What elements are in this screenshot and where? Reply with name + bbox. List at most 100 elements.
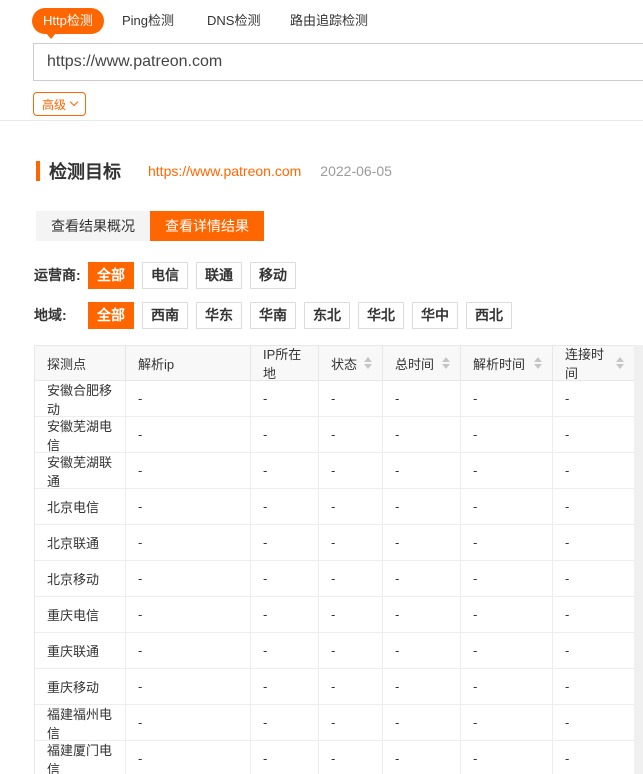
value-cell-4: - bbox=[383, 561, 461, 596]
filter-button-2-5[interactable]: 东北 bbox=[304, 302, 350, 329]
value-cell-5: - bbox=[461, 705, 553, 740]
probe-name-cell: 福建厦门电信 bbox=[35, 741, 126, 774]
column-label-3: IP所在地 bbox=[263, 344, 308, 382]
value-cell-5: - bbox=[461, 669, 553, 704]
value-cell-3: - bbox=[319, 525, 383, 560]
value-cell-2: - bbox=[251, 633, 319, 668]
sort-up-icon bbox=[364, 357, 372, 362]
column-label-4: 状态 bbox=[331, 354, 357, 373]
column-header-1: 探测点 bbox=[35, 346, 126, 380]
value-cell-6: - bbox=[553, 705, 634, 740]
value-cell-5: - bbox=[461, 381, 553, 416]
value-cell-1: - bbox=[126, 669, 251, 704]
value-cell-4: - bbox=[383, 381, 461, 416]
sort-down-icon bbox=[616, 364, 624, 369]
tab-result-detail[interactable]: 查看详情结果 bbox=[150, 211, 264, 241]
value-cell-6: - bbox=[553, 489, 634, 524]
value-cell-2: - bbox=[251, 453, 319, 488]
value-cell-2: - bbox=[251, 561, 319, 596]
table-scrollbar[interactable] bbox=[634, 345, 643, 774]
value-cell-3: - bbox=[319, 669, 383, 704]
sort-up-icon bbox=[442, 357, 450, 362]
filter-button-1-1[interactable]: 全部 bbox=[88, 262, 134, 289]
target-section: 检测目标 https://www.patreon.com 2022-06-05 bbox=[36, 159, 392, 183]
nav-tab-2[interactable]: Ping检测 bbox=[122, 8, 174, 34]
value-cell-6: - bbox=[553, 741, 634, 774]
value-cell-3: - bbox=[319, 417, 383, 452]
target-url-link[interactable]: https://www.patreon.com bbox=[148, 163, 301, 179]
value-cell-2: - bbox=[251, 669, 319, 704]
sort-icon[interactable] bbox=[534, 357, 542, 369]
value-cell-1: - bbox=[126, 381, 251, 416]
tab-pointer-icon bbox=[46, 33, 56, 39]
value-cell-4: - bbox=[383, 597, 461, 632]
value-cell-6: - bbox=[553, 561, 634, 596]
filter-button-2-1[interactable]: 全部 bbox=[88, 302, 134, 329]
value-cell-5: - bbox=[461, 633, 553, 668]
value-cell-2: - bbox=[251, 525, 319, 560]
probe-name-cell: 重庆移动 bbox=[35, 669, 126, 704]
accent-bar bbox=[36, 161, 40, 181]
table-row: 重庆电信------ bbox=[35, 597, 634, 633]
value-cell-1: - bbox=[126, 741, 251, 774]
url-input[interactable] bbox=[33, 43, 643, 81]
filter-label-1: 运营商: bbox=[34, 262, 81, 289]
value-cell-3: - bbox=[319, 453, 383, 488]
filter-button-2-7[interactable]: 华中 bbox=[412, 302, 458, 329]
value-cell-6: - bbox=[553, 453, 634, 488]
value-cell-2: - bbox=[251, 417, 319, 452]
probe-name-cell: 福建福州电信 bbox=[35, 705, 126, 740]
sort-icon[interactable] bbox=[442, 357, 450, 369]
probe-name-cell: 安徽合肥移动 bbox=[35, 381, 126, 416]
table-row: 安徽芜湖联通------ bbox=[35, 453, 634, 489]
nav-tab-4[interactable]: 路由追踪检测 bbox=[290, 8, 368, 34]
value-cell-2: - bbox=[251, 381, 319, 416]
value-cell-6: - bbox=[553, 525, 634, 560]
value-cell-1: - bbox=[126, 705, 251, 740]
table-header: 探测点解析ip IP所在地 状态 总时间解析时间连接时间 bbox=[35, 346, 634, 381]
filter-button-1-4[interactable]: 移动 bbox=[250, 262, 296, 289]
value-cell-2: - bbox=[251, 597, 319, 632]
column-header-2: 解析ip bbox=[126, 346, 251, 380]
nav-tab-1[interactable]: Http检测 bbox=[32, 8, 104, 34]
table-row: 福建福州电信------ bbox=[35, 705, 634, 741]
value-cell-1: - bbox=[126, 633, 251, 668]
column-header-6[interactable]: 解析时间 bbox=[461, 346, 553, 380]
table-row: 重庆联通------ bbox=[35, 633, 634, 669]
column-header-7[interactable]: 连接时间 bbox=[553, 346, 634, 380]
filter-button-2-8[interactable]: 西北 bbox=[466, 302, 512, 329]
value-cell-1: - bbox=[126, 525, 251, 560]
value-cell-1: - bbox=[126, 417, 251, 452]
sort-down-icon bbox=[534, 364, 542, 369]
filter-button-2-6[interactable]: 华北 bbox=[358, 302, 404, 329]
value-cell-4: - bbox=[383, 417, 461, 452]
value-cell-3: - bbox=[319, 381, 383, 416]
column-header-5[interactable]: 总时间 bbox=[383, 346, 461, 380]
sort-up-icon bbox=[534, 357, 542, 362]
filter-row-1: 运营商: 全部电信联通移动 bbox=[34, 262, 614, 289]
filter-button-1-3[interactable]: 联通 bbox=[196, 262, 242, 289]
value-cell-4: - bbox=[383, 669, 461, 704]
sort-icon[interactable] bbox=[364, 357, 372, 369]
column-label-7: 连接时间 bbox=[565, 344, 616, 382]
probe-name-cell: 重庆电信 bbox=[35, 597, 126, 632]
probe-name-cell: 安徽芜湖电信 bbox=[35, 417, 126, 452]
column-header-4[interactable]: 状态 bbox=[319, 346, 383, 380]
value-cell-6: - bbox=[553, 597, 634, 632]
value-cell-5: - bbox=[461, 525, 553, 560]
sort-icon[interactable] bbox=[616, 357, 624, 369]
filter-button-2-2[interactable]: 西南 bbox=[142, 302, 188, 329]
table-row: 北京移动------ bbox=[35, 561, 634, 597]
result-tabs: 查看结果概况 查看详情结果 bbox=[36, 211, 264, 241]
chevron-down-icon bbox=[70, 98, 78, 106]
table-row: 安徽合肥移动------ bbox=[35, 381, 634, 417]
filter-button-2-3[interactable]: 华东 bbox=[196, 302, 242, 329]
value-cell-4: - bbox=[383, 489, 461, 524]
value-cell-5: - bbox=[461, 741, 553, 774]
tab-result-overview[interactable]: 查看结果概况 bbox=[36, 211, 150, 241]
filter-button-1-2[interactable]: 电信 bbox=[142, 262, 188, 289]
filter-label-2: 地域: bbox=[34, 302, 67, 329]
nav-tab-3[interactable]: DNS检测 bbox=[207, 8, 260, 34]
filter-button-2-4[interactable]: 华南 bbox=[250, 302, 296, 329]
advanced-button[interactable]: 高级 bbox=[33, 92, 86, 116]
